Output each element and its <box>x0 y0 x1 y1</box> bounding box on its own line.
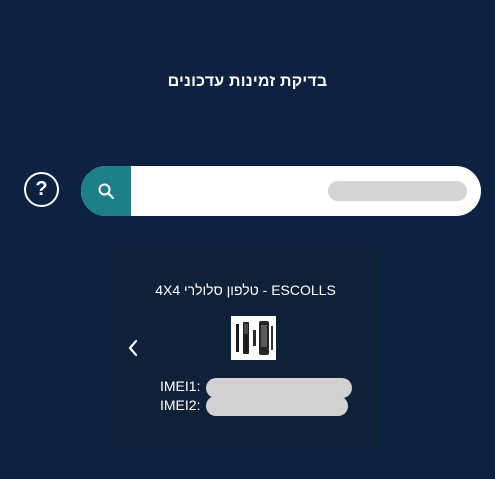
redacted-imei2-value <box>206 396 348 416</box>
device-card: ESCOLLS - טלפון סלולרי 4X4 IMEI1: IMEI2: <box>113 249 378 449</box>
search-bar <box>81 166 481 216</box>
question-icon: ? <box>35 178 48 200</box>
product-image <box>231 316 276 360</box>
page-title: בדיקת זמינות עדכונים <box>167 73 328 90</box>
help-button[interactable]: ? <box>24 172 59 207</box>
redacted-imei1-value <box>206 378 352 398</box>
search-input[interactable] <box>131 166 481 216</box>
phone-image-icon <box>231 316 276 360</box>
imei1-label: IMEI1: <box>160 378 201 394</box>
device-title: ESCOLLS - טלפון סלולרי 4X4 <box>155 282 336 298</box>
imei2-label: IMEI2: <box>160 397 201 413</box>
page: בדיקת זמינות עדכונים ? ESCOLLS - טלפון ס… <box>0 0 495 479</box>
search-button[interactable] <box>81 166 131 216</box>
chevron-left-icon[interactable] <box>125 338 141 358</box>
search-icon <box>98 183 115 200</box>
